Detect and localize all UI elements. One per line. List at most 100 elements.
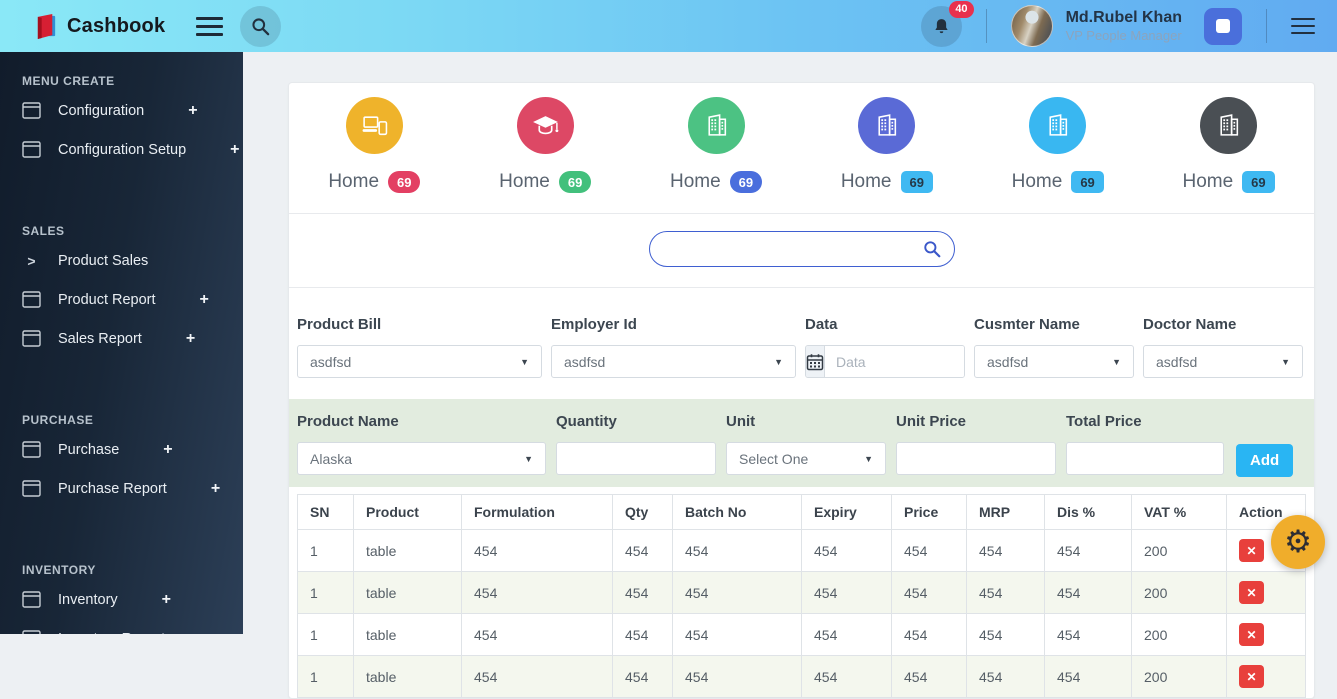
delete-row-button[interactable]: ✕ xyxy=(1239,623,1264,646)
product-bill-select[interactable]: asdfsd ▼ xyxy=(297,345,542,378)
quantity-input[interactable] xyxy=(556,442,716,475)
home-tile-5[interactable]: Home 69 xyxy=(972,97,1143,193)
table-row: 1 table 454 454 454 454 454 454 454 200 … xyxy=(297,529,1306,572)
field-data: Data xyxy=(805,316,965,378)
data-date-input[interactable] xyxy=(825,346,964,377)
plus-icon[interactable]: + xyxy=(211,480,220,497)
sidebar-item-product-sales[interactable]: > Product Sales xyxy=(0,242,243,279)
product-entry-section: Product Name Alaska ▼ Quantity Unit Sele… xyxy=(289,399,1314,487)
search-icon xyxy=(250,16,271,37)
table-row: 1 table 454 454 454 454 454 454 454 200 … xyxy=(297,613,1306,656)
cusmter-name-select[interactable]: asdfsd ▼ xyxy=(974,345,1134,378)
field-quantity: Quantity xyxy=(556,413,716,475)
user-role: VP People Manager xyxy=(1065,27,1182,43)
search-pill xyxy=(648,231,955,267)
header-right: 40 Md.Rubel Khan VP People Manager xyxy=(920,0,1337,47)
bell-icon xyxy=(931,16,952,37)
sidebar-item-purchase[interactable]: Purchase + xyxy=(0,431,243,468)
home-tile-2[interactable]: Home 69 xyxy=(460,97,631,193)
count-badge: 69 xyxy=(1242,171,1275,193)
caret-down-icon: ▼ xyxy=(524,453,533,464)
filter-row: Product Bill asdfsd ▼ Employer Id asdfsd… xyxy=(289,288,1314,399)
notifications-button[interactable]: 40 xyxy=(920,0,974,47)
plus-icon[interactable]: + xyxy=(186,330,195,347)
sidebar-item-configuration-setup[interactable]: Configuration Setup + xyxy=(0,131,243,168)
window-icon xyxy=(22,102,41,119)
unit-select[interactable]: Select One ▼ xyxy=(726,442,886,475)
field-product-name: Product Name Alaska ▼ xyxy=(297,413,546,475)
window-icon xyxy=(22,291,41,308)
employer-id-select[interactable]: asdfsd ▼ xyxy=(551,345,796,378)
products-table: SN Product Formulation Qty Batch No Expi… xyxy=(297,494,1306,698)
home-tile-4[interactable]: Home 69 xyxy=(801,97,972,193)
field-cusmter-name: Cusmter Name asdfsd ▼ xyxy=(974,316,1134,378)
sidebar-item-inventory-report[interactable]: Inventory Report + xyxy=(0,620,243,634)
section-title-purchase: PURCHASE xyxy=(22,413,94,427)
top-header: Cashbook 40 Md.Rubel Khan VP People Mana… xyxy=(0,0,1337,52)
unit-price-input[interactable] xyxy=(896,442,1056,475)
graduation-cap-icon xyxy=(516,97,574,154)
user-meta[interactable]: Md.Rubel Khan VP People Manager xyxy=(1066,8,1182,44)
plus-icon[interactable]: + xyxy=(209,630,218,634)
product-name-select[interactable]: Alaska ▼ xyxy=(297,442,546,475)
section-title-sales: SALES xyxy=(22,224,65,238)
section-title-menu-create: MENU CREATE xyxy=(22,74,115,88)
window-icon xyxy=(22,591,41,608)
total-price-input[interactable] xyxy=(1066,442,1224,475)
sidebar-item-sales-report[interactable]: Sales Report + xyxy=(0,320,243,357)
apps-button[interactable] xyxy=(1204,7,1242,45)
chevron-right-icon: > xyxy=(27,252,36,269)
building-icon xyxy=(1029,97,1087,154)
home-tile-3[interactable]: Home 69 xyxy=(631,97,802,193)
search-input[interactable] xyxy=(665,241,922,257)
count-badge: 69 xyxy=(1071,171,1104,193)
field-doctor-name: Doctor Name asdfsd ▼ xyxy=(1143,316,1303,378)
sidebar: MENU CREATE Configuration + Configuratio… xyxy=(0,52,243,634)
window-icon xyxy=(22,441,41,458)
brand[interactable]: Cashbook xyxy=(0,13,196,40)
caret-down-icon: ▼ xyxy=(520,356,529,367)
caret-down-icon: ▼ xyxy=(774,356,783,367)
square-icon xyxy=(1216,19,1230,33)
settings-menu-icon[interactable] xyxy=(1291,17,1315,35)
plus-icon[interactable]: + xyxy=(188,102,197,119)
field-employer-id: Employer Id asdfsd ▼ xyxy=(551,316,796,378)
home-tiles-row: Home 69 Home 69 Home 69 Home 69 Home 69 … xyxy=(289,83,1314,214)
user-name: Md.Rubel Khan xyxy=(1065,8,1182,26)
table-row: 1 table 454 454 454 454 454 454 454 200 … xyxy=(297,655,1306,698)
sidebar-item-inventory[interactable]: Inventory + xyxy=(0,581,243,618)
plus-icon[interactable]: + xyxy=(162,591,171,608)
header-search-button[interactable] xyxy=(240,5,281,47)
building-icon xyxy=(1200,97,1258,154)
caret-down-icon: ▼ xyxy=(1281,356,1290,367)
home-tile-1[interactable]: Home 69 xyxy=(289,97,460,193)
sidebar-toggle-icon[interactable] xyxy=(196,16,223,36)
table-header-row: SN Product Formulation Qty Batch No Expi… xyxy=(297,494,1306,530)
window-icon xyxy=(22,141,41,158)
plus-icon[interactable]: + xyxy=(200,291,209,308)
caret-down-icon: ▼ xyxy=(1112,356,1121,367)
delete-row-button[interactable]: ✕ xyxy=(1239,665,1264,688)
header-divider xyxy=(1266,9,1267,43)
sidebar-item-configuration[interactable]: Configuration + xyxy=(0,92,243,129)
search-icon[interactable] xyxy=(922,239,942,259)
sidebar-item-product-report[interactable]: Product Report + xyxy=(0,281,243,318)
home-tile-6[interactable]: Home 69 xyxy=(1143,97,1314,193)
main-content: Home 69 Home 69 Home 69 Home 69 Home 69 … xyxy=(243,52,1337,699)
delete-row-button[interactable]: ✕ xyxy=(1239,581,1264,604)
user-avatar[interactable] xyxy=(1010,5,1053,47)
doctor-name-select[interactable]: asdfsd ▼ xyxy=(1143,345,1303,378)
plus-icon[interactable]: + xyxy=(163,441,172,458)
brand-name: Cashbook xyxy=(67,14,166,37)
table-row: 1 table 454 454 454 454 454 454 454 200 … xyxy=(297,571,1306,614)
window-icon xyxy=(22,630,41,634)
settings-fab-button[interactable]: ⚙ xyxy=(1271,515,1325,569)
delete-row-button[interactable]: ✕ xyxy=(1239,539,1264,562)
notification-count-badge: 40 xyxy=(949,0,974,18)
devices-icon xyxy=(345,97,403,154)
count-badge: 69 xyxy=(729,171,763,193)
calendar-icon[interactable] xyxy=(806,346,825,377)
plus-icon[interactable]: + xyxy=(230,141,239,158)
add-button[interactable]: Add xyxy=(1236,444,1294,477)
sidebar-item-purchase-report[interactable]: Purchase Report + xyxy=(0,470,243,507)
